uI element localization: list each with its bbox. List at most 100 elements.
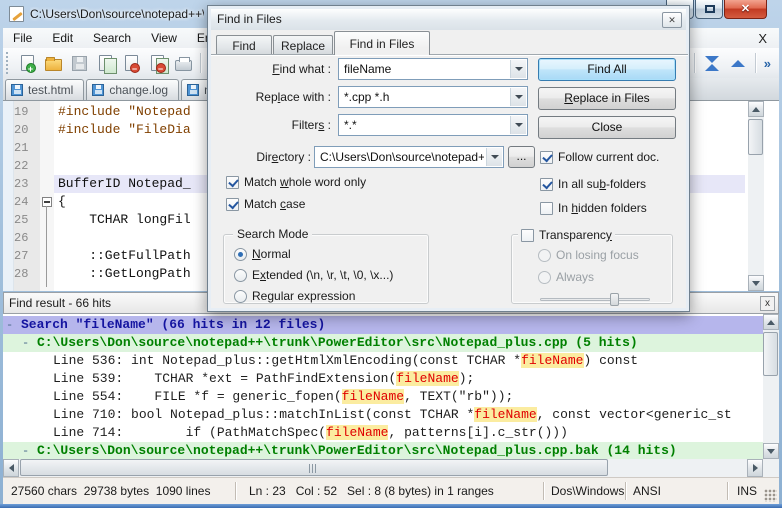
result-file-row[interactable]: - C:\Users\Don\source\notepad++\trunk\Po… — [3, 442, 763, 460]
browse-directory-button[interactable]: ... — [508, 146, 535, 168]
resize-grip[interactable] — [764, 489, 777, 502]
menu-item-view[interactable]: View — [141, 28, 187, 48]
menu-item-file[interactable]: File — [3, 28, 42, 48]
radio-label: Normal — [252, 247, 291, 261]
tab-replace[interactable]: Replace — [273, 35, 333, 55]
find-in-files-dialog[interactable]: Find in Files ✕ Find Replace Find in Fil… — [207, 5, 690, 312]
search-mode-extended-radio[interactable]: Extended (\n, \r, \t, \0, \x...) — [234, 267, 393, 283]
new-file-button[interactable]: + — [15, 51, 39, 75]
dialog-title-bar[interactable]: Find in Files — [211, 9, 686, 30]
menu-close-button[interactable]: X — [746, 31, 779, 46]
editor-vertical-scrollbar[interactable] — [748, 101, 764, 291]
dialog-title: Find in Files — [217, 12, 282, 26]
chevron-down-icon[interactable] — [510, 88, 526, 106]
collapse-icon[interactable]: - — [22, 442, 32, 460]
file-tab-test-html[interactable]: test.html — [5, 79, 84, 100]
slider-thumb[interactable] — [610, 293, 619, 306]
scroll-right-icon[interactable] — [747, 459, 763, 477]
close-dialog-button[interactable]: Close — [538, 116, 676, 139]
slider-track — [540, 298, 650, 301]
sync-horizontal-scroll-button[interactable] — [726, 51, 750, 75]
match-highlight: fileName — [396, 371, 458, 386]
maximize-button[interactable] — [695, 0, 723, 19]
search-mode-regex-radio[interactable]: Regular expression — [234, 288, 355, 304]
checkbox-icon — [540, 151, 553, 164]
chevron-down-icon[interactable] — [510, 60, 526, 78]
fold-collapse-icon[interactable] — [42, 197, 52, 207]
checkbox-label: Match case — [244, 197, 305, 211]
menu-item-search[interactable]: Search — [83, 28, 141, 48]
toolbar-grip[interactable] — [6, 52, 10, 74]
search-mode-normal-radio[interactable]: Normal — [234, 246, 291, 262]
result-hit-row[interactable]: Line 714: if (PathMatchSpec(fileName, pa… — [3, 424, 763, 442]
result-hit-row[interactable]: Line 539: TCHAR *ext = PathFindExtension… — [3, 370, 763, 388]
sync-horizontal-icon — [731, 60, 745, 67]
scrollbar-thumb[interactable] — [20, 459, 608, 476]
checkbox-label: In all sub-folders — [558, 177, 646, 191]
in-hidden-folders-checkbox[interactable]: In hidden folders — [540, 200, 647, 216]
directory-combobox[interactable]: C:\Users\Don\source\notepad++\trunk — [314, 146, 504, 168]
replace-in-files-button[interactable]: Replace in Files — [538, 87, 676, 110]
save-button[interactable] — [67, 51, 91, 75]
find-result-close-button[interactable]: x — [760, 296, 775, 311]
search-summary-row[interactable]: - Search "fileName" (66 hits in 12 files… — [3, 316, 763, 334]
scroll-up-icon[interactable] — [763, 314, 779, 330]
maximize-icon — [705, 5, 715, 13]
collapse-icon[interactable]: - — [22, 334, 32, 352]
scrollbar-corner — [763, 460, 779, 477]
status-eol-format[interactable]: Dos\Windows — [551, 478, 624, 504]
transparency-checkbox[interactable]: Transparency — [518, 227, 615, 243]
scroll-left-icon[interactable] — [3, 459, 19, 477]
scroll-down-icon[interactable] — [748, 275, 764, 291]
find-results-panel[interactable]: - Search "fileName" (66 hits in 12 files… — [3, 314, 779, 477]
file-tab-label: change.log — [109, 83, 168, 97]
scrollbar-thumb[interactable] — [748, 119, 763, 155]
status-divider — [543, 482, 544, 500]
code-text: #include "Notepad — [58, 103, 191, 121]
in-all-subfolders-checkbox[interactable]: In all sub-folders — [540, 176, 646, 192]
scrollbar-thumb[interactable] — [763, 332, 778, 376]
sync-vertical-scroll-button[interactable] — [700, 51, 724, 75]
filters-combobox[interactable]: *.* — [338, 114, 528, 136]
result-hit-row[interactable]: Line 554: FILE *f = generic_fopen(fileNa… — [3, 388, 763, 406]
results-vertical-scrollbar[interactable] — [763, 314, 779, 477]
match-highlight: fileName — [521, 353, 583, 368]
replace-with-label: Replace with : — [228, 86, 331, 108]
match-whole-word-checkbox[interactable]: Match whole word only — [226, 174, 366, 190]
chevron-down-icon[interactable] — [486, 148, 502, 166]
chevron-down-icon[interactable] — [510, 116, 526, 134]
result-hit-row[interactable]: Line 710: bool Notepad_plus::matchInList… — [3, 406, 763, 424]
close-all-button[interactable]: − — [145, 51, 169, 75]
close-button[interactable]: ✕ — [724, 0, 767, 19]
transparency-slider[interactable] — [540, 293, 650, 306]
radio-icon — [234, 248, 247, 261]
toolbar-overflow-chevron[interactable]: » — [760, 56, 779, 71]
radio-icon — [234, 269, 247, 282]
result-hit-row[interactable]: Line 536: int Notepad_plus::getHtmlXmlEn… — [3, 352, 763, 370]
close-file-icon: − — [125, 55, 138, 71]
match-case-checkbox[interactable]: Match case — [226, 196, 305, 212]
replace-with-combobox[interactable]: *.cpp *.h — [338, 86, 528, 108]
tab-find-in-files[interactable]: Find in Files — [334, 31, 430, 55]
directory-value: C:\Users\Don\source\notepad++\trunk — [320, 147, 484, 167]
find-what-combobox[interactable]: fileName — [338, 58, 528, 80]
dialog-close-button[interactable]: ✕ — [662, 12, 682, 28]
radio-label: Regular expression — [252, 289, 355, 303]
collapse-icon[interactable]: - — [6, 316, 16, 334]
open-file-button[interactable] — [41, 51, 65, 75]
close-file-button[interactable]: − — [119, 51, 143, 75]
print-button[interactable] — [171, 51, 195, 75]
filters-label: Filters : — [228, 114, 331, 136]
tab-find[interactable]: Find — [216, 35, 272, 55]
scroll-up-icon[interactable] — [748, 101, 764, 117]
save-all-button[interactable] — [93, 51, 117, 75]
follow-current-doc-checkbox[interactable]: Follow current doc. — [540, 149, 659, 165]
status-encoding[interactable]: ANSI — [633, 478, 661, 504]
status-insert-mode[interactable]: INS — [737, 478, 757, 504]
menu-item-edit[interactable]: Edit — [42, 28, 83, 48]
scroll-down-icon[interactable] — [763, 443, 779, 459]
file-tab-change-log[interactable]: change.log — [86, 79, 179, 100]
find-all-button[interactable]: Find All — [538, 58, 676, 81]
result-file-row[interactable]: - C:\Users\Don\source\notepad++\trunk\Po… — [3, 334, 763, 352]
results-horizontal-scrollbar[interactable] — [3, 459, 763, 477]
